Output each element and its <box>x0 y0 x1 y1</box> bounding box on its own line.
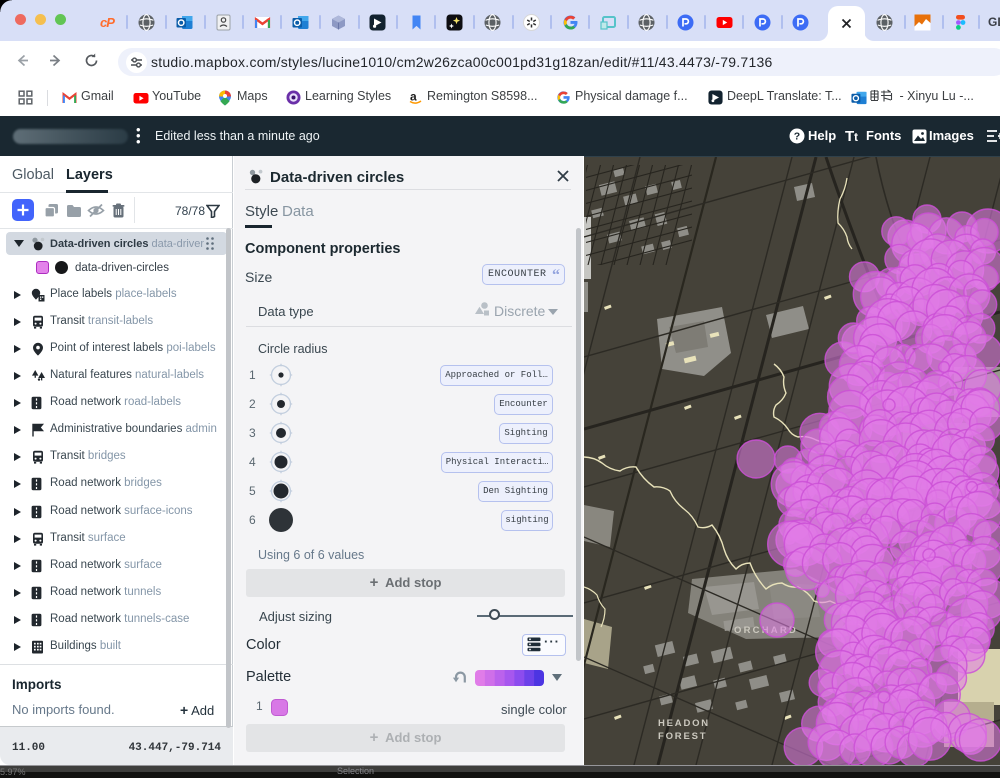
svg-text:?: ? <box>794 131 800 143</box>
svg-text:HEADON: HEADON <box>658 718 710 729</box>
svg-text:FOREST: FOREST <box>658 731 707 742</box>
